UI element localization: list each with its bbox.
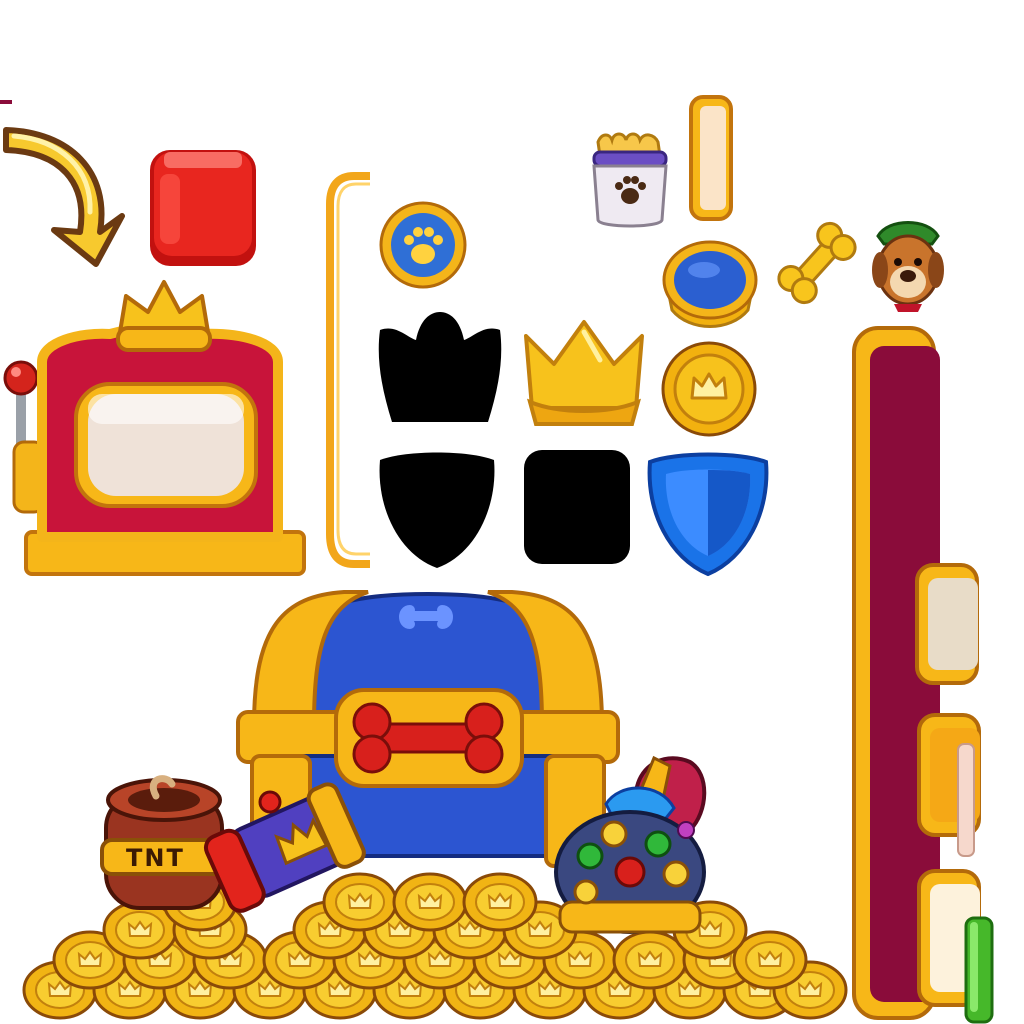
side-strip-pink bbox=[956, 743, 976, 857]
dog-bone-icon bbox=[772, 214, 862, 312]
rocket-booster-icon bbox=[203, 780, 366, 916]
jeweled-helmet-icon bbox=[550, 752, 716, 942]
small-frame-top bbox=[688, 94, 733, 222]
blue-shield-icon bbox=[646, 450, 770, 577]
side-frame-2 bbox=[916, 712, 981, 838]
side-frame-3 bbox=[916, 868, 981, 1008]
green-bar bbox=[964, 916, 994, 1024]
tall-maroon-panel bbox=[850, 324, 940, 1024]
square-mask-silhouette bbox=[522, 448, 632, 566]
paw-badge-icon bbox=[378, 200, 468, 290]
blue-laurel-badge-icon bbox=[660, 240, 760, 332]
crown-coin-icon bbox=[660, 340, 758, 438]
bracket-panel bbox=[326, 172, 370, 568]
shield-mask-silhouette bbox=[376, 446, 498, 570]
tnt-label: TNT bbox=[126, 844, 185, 872]
treat-jar-icon bbox=[588, 132, 672, 232]
crown-mask-silhouette bbox=[376, 310, 504, 426]
red-cube-icon bbox=[146, 144, 260, 270]
tiny-marker bbox=[0, 96, 12, 108]
dog-avatar-icon bbox=[870, 214, 946, 314]
side-frame-1 bbox=[914, 562, 979, 686]
golden-crown-icon bbox=[520, 318, 648, 430]
gold-coin bbox=[462, 872, 538, 932]
slot-machine-frame bbox=[0, 280, 310, 578]
gold-coin bbox=[392, 872, 468, 932]
curved-arrow-icon bbox=[0, 112, 140, 272]
